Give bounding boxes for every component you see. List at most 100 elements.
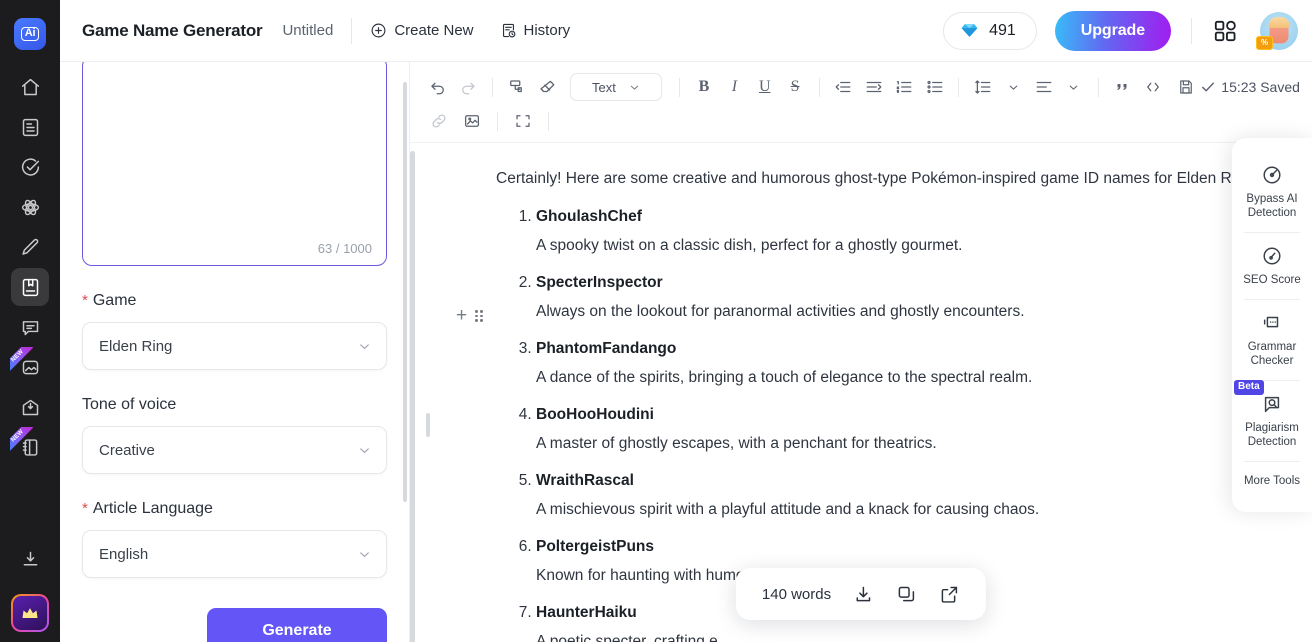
save-icon	[1180, 80, 1193, 94]
insert-link-button[interactable]	[424, 106, 454, 136]
block-drag-handle[interactable]: +	[456, 306, 483, 325]
language-select[interactable]: English	[82, 530, 387, 578]
toolbar-separator	[497, 111, 498, 131]
line-height-button[interactable]	[969, 72, 996, 102]
apps-grid-icon[interactable]	[1212, 18, 1238, 44]
chevron-down-icon	[360, 343, 369, 349]
insert-image-button[interactable]	[457, 106, 487, 136]
bulleted-list-icon	[926, 80, 942, 94]
bold-button[interactable]: B	[690, 72, 717, 102]
redo-button[interactable]	[454, 72, 481, 102]
tool-plagiarism-detection[interactable]: Beta Plagiarism Detection	[1232, 380, 1312, 461]
pencil-icon	[21, 238, 38, 255]
toolbar-separator	[958, 77, 960, 97]
sidebar-item-home[interactable]	[11, 68, 49, 106]
line-height-chevron[interactable]	[1000, 72, 1027, 102]
sidebar-item-images[interactable]: NEW	[10, 347, 49, 386]
tool-grammar-checker[interactable]: Grammar Checker	[1232, 300, 1312, 380]
ordered-list-button[interactable]	[890, 72, 917, 102]
premium-crown-button[interactable]	[11, 594, 49, 632]
sidebar-item-ai-lab[interactable]	[11, 188, 49, 226]
grammar-icon	[1263, 316, 1279, 328]
download-icon[interactable]	[853, 584, 874, 605]
chat-icon	[22, 320, 38, 335]
sidebar-item-notebook[interactable]: NEW	[10, 427, 49, 466]
code-block-button[interactable]	[1139, 72, 1166, 102]
text-style-select[interactable]: Text	[570, 73, 663, 101]
drag-dots-icon[interactable]	[475, 310, 483, 322]
form-scrollbar[interactable]	[403, 82, 407, 502]
copy-icon[interactable]	[896, 584, 917, 605]
image-icon	[22, 360, 38, 374]
credits-pill[interactable]: 491	[943, 11, 1037, 50]
sidebar-item-tasks[interactable]	[11, 148, 49, 186]
blockquote-button[interactable]	[1109, 72, 1136, 102]
toolbar-separator	[679, 77, 681, 97]
align-chevron[interactable]	[1060, 72, 1087, 102]
strikethrough-button[interactable]: S	[781, 72, 808, 102]
character-counter: 63 / 1000	[317, 241, 372, 256]
upgrade-button[interactable]: Upgrade	[1054, 10, 1171, 51]
discount-badge: %	[1256, 35, 1274, 50]
clear-format-button[interactable]	[533, 72, 560, 102]
app-logo[interactable]: Ai	[14, 18, 46, 50]
format-paint-button[interactable]	[503, 72, 530, 102]
main-content: Game Name Generator Untitled Create New …	[60, 0, 1312, 642]
editor-panel: Text B I U S 15:23 Saved Certainly! Here…	[410, 62, 1312, 642]
check-icon	[1202, 82, 1215, 92]
gauge-icon	[1263, 247, 1281, 265]
indent-button[interactable]	[860, 72, 887, 102]
prompt-textarea[interactable]: 63 / 1000	[82, 62, 387, 266]
crown-icon	[22, 608, 38, 618]
code-icon	[1146, 82, 1159, 92]
sidebar-item-inbox[interactable]	[11, 388, 49, 426]
item-desc: Always on the lookout for paranormal act…	[536, 303, 1025, 320]
field-label-language: * Article Language	[82, 500, 387, 518]
generate-button[interactable]: Generate	[207, 608, 387, 642]
create-new-button[interactable]: Create New	[370, 22, 474, 39]
sidebar-item-library[interactable]	[11, 268, 49, 306]
undo-button[interactable]	[424, 72, 451, 102]
bullet-list-button[interactable]	[921, 72, 948, 102]
label-text: Article Language	[92, 500, 213, 517]
chevron-down-icon	[360, 551, 369, 557]
link-icon	[432, 114, 446, 128]
item-desc: A dance of the spirits, bringing a touch…	[536, 369, 1033, 386]
item-desc: A mischievous spirit with a playful atti…	[536, 501, 1040, 518]
item-name: PoltergeistPuns	[536, 538, 654, 555]
tone-select[interactable]: Creative	[82, 426, 387, 474]
underline-button[interactable]: U	[751, 72, 778, 102]
sidebar-item-chat[interactable]	[11, 308, 49, 346]
document-title[interactable]: Untitled	[282, 22, 333, 39]
outdent-icon	[836, 81, 851, 93]
add-block-icon[interactable]: +	[456, 306, 467, 325]
game-select[interactable]: Elden Ring	[82, 322, 387, 370]
history-button[interactable]: History	[500, 22, 570, 39]
tool-more-tools[interactable]: More Tools	[1232, 462, 1312, 500]
undo-icon	[431, 82, 444, 95]
list-item: SpecterInspector Always on the lookout f…	[536, 269, 1192, 326]
header-divider-2	[1191, 17, 1192, 44]
document-area[interactable]: Certainly! Here are some creative and hu…	[410, 143, 1312, 642]
toolbar-separator	[818, 77, 820, 97]
toolbar-separator	[491, 77, 493, 97]
outdent-button[interactable]	[830, 72, 857, 102]
tool-bypass-ai-detection[interactable]: Bypass AI Detection	[1232, 152, 1312, 232]
align-button[interactable]	[1030, 72, 1057, 102]
avatar[interactable]: %	[1256, 11, 1298, 50]
tool-seo-score[interactable]: SEO Score	[1232, 233, 1312, 299]
sidebar-item-documents[interactable]	[11, 108, 49, 146]
list-item: GhoulashChef A spooky twist on a classic…	[536, 203, 1192, 260]
item-desc: A spooky twist on a classic dish, perfec…	[536, 237, 963, 254]
item-name: WraithRascal	[536, 472, 634, 489]
toolbar-row-1: Text B I U S 15:23 Saved	[424, 72, 1300, 102]
tool-label: More Tools	[1243, 475, 1301, 487]
fullscreen-button[interactable]	[508, 106, 538, 136]
italic-button[interactable]: I	[721, 72, 748, 102]
sidebar-item-write[interactable]	[11, 228, 49, 266]
share-icon[interactable]	[939, 584, 960, 605]
gem-icon	[961, 24, 978, 37]
atom-icon	[21, 199, 39, 215]
check-circle-icon	[21, 157, 39, 176]
sidebar-item-download[interactable]	[11, 540, 49, 578]
